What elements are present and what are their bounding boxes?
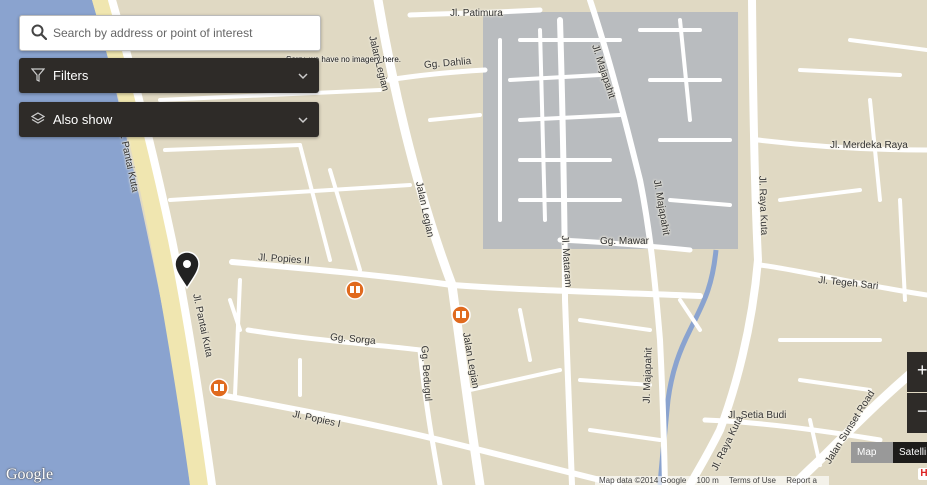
terms-link[interactable]: Terms of Use (729, 476, 776, 485)
search-icon (31, 24, 48, 45)
filter-icon (30, 68, 46, 87)
filters-dropdown[interactable]: Filters (19, 58, 319, 93)
road-label: Jl. Raya Kuta (756, 175, 770, 236)
also-show-dropdown[interactable]: Also show (19, 102, 319, 137)
zoom-out-button[interactable]: − (907, 393, 927, 433)
map-data-text: Map data ©2014 Google (599, 476, 687, 485)
google-logo: Google (6, 466, 54, 483)
road-label: Jl. Merdeka Raya (830, 140, 908, 151)
also-show-label: Also show (53, 112, 113, 127)
scale-text: 100 m (696, 476, 719, 485)
road-label: Jl. Majapahit (641, 347, 655, 404)
filters-label: Filters (53, 68, 89, 83)
road-label: Gg. Mawar (600, 236, 649, 247)
hotel-badge: H (918, 468, 927, 480)
road-label: Jl. Patimura (450, 8, 503, 19)
binoculars-icon[interactable] (345, 280, 365, 300)
map-type-satellite-button[interactable]: Satelli (893, 442, 927, 463)
binoculars-icon[interactable] (451, 305, 471, 325)
binoculars-icon[interactable] (209, 378, 229, 398)
no-imagery-area (483, 12, 738, 249)
map-type-map-button[interactable]: Map (851, 442, 893, 463)
attribution-bar: Map data ©2014 Google 100 m Terms of Use… (595, 476, 829, 485)
layers-icon (30, 112, 46, 131)
chevron-down-icon (297, 113, 309, 131)
chevron-down-icon (297, 69, 309, 87)
report-link[interactable]: Report a (786, 476, 817, 485)
zoom-in-button[interactable]: + (907, 352, 927, 392)
search-box[interactable] (19, 15, 321, 51)
search-input[interactable] (51, 16, 315, 50)
